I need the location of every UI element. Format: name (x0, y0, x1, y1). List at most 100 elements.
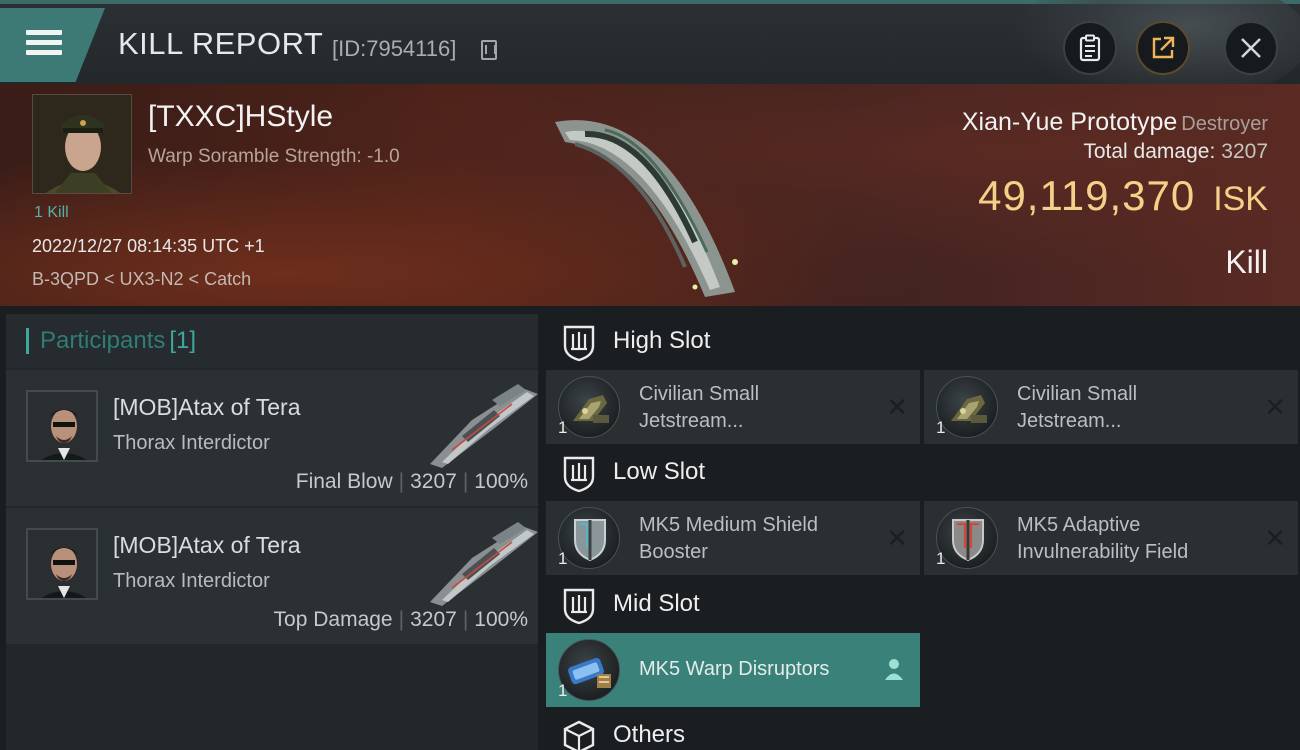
participant-ship: Thorax Interdictor (113, 570, 270, 592)
module-card[interactable]: 1 Civilian Small Jetstream... ✕ (546, 370, 920, 444)
module-name: Civilian Small Jetstream... (639, 381, 879, 435)
module-name: Civilian Small Jetstream... (1017, 381, 1257, 435)
participant-stats: Final Blow | 3207 | 100% (296, 470, 528, 494)
module-name: MK5 Warp Disruptors (639, 658, 830, 680)
destroyed-x-icon: ✕ (886, 392, 908, 422)
module-name-line: Jetstream... (1017, 410, 1122, 432)
slot-shield-icon (563, 588, 595, 625)
module-name-line: Invulnerability Field (1017, 541, 1189, 563)
clipboard-icon (1079, 34, 1101, 62)
person-icon (885, 659, 903, 680)
clipboard-button[interactable] (1063, 21, 1117, 75)
module-name-line: MK5 Medium Shield (639, 514, 818, 536)
stat-separator: | (398, 470, 405, 493)
victim-ship[interactable]: Xian-Yue Prototype Destroyer (962, 108, 1268, 137)
slot-shield-icon (563, 456, 595, 493)
module-name-line: Civilian Small (639, 383, 760, 405)
participant-stats: Top Damage | 3207 | 100% (274, 608, 528, 632)
participant-row[interactable]: [MOB]Atax of Tera Thorax Interdictor Top… (6, 508, 538, 644)
others-label: Others (613, 721, 686, 748)
victim-portrait[interactable] (32, 94, 132, 194)
module-quantity: 1 (936, 549, 946, 568)
module-card[interactable]: 1 MK5 Medium Shield Booster ✕ (546, 501, 920, 575)
mid-slot-label: Mid Slot (613, 590, 700, 617)
module-name-line: Booster (639, 541, 708, 563)
total-damage: Total damage: 3207 (1083, 140, 1268, 164)
module-quantity: 1 (936, 418, 946, 437)
participant-percent: 100% (474, 608, 528, 631)
participants-panel: Participants [1] [MOB]Atax of Tera Thorax… (6, 314, 538, 750)
participant-avatar-icon (28, 392, 96, 460)
warp-disruptor-icon (568, 657, 611, 688)
jetstream-module-icon (951, 395, 987, 423)
participant-damage: 3207 (410, 470, 457, 493)
stat-separator: | (398, 608, 405, 631)
victim-ship-name: Xian-Yue Prototype (961, 108, 1178, 136)
close-icon (1241, 38, 1261, 58)
module-name-line: Civilian Small (1017, 383, 1138, 405)
participant-damage: 3207 (410, 608, 457, 631)
mid-slot-header: Mid Slot (546, 577, 1296, 635)
kill-location[interactable]: B-3QPD < UX3-N2 < Catch (32, 269, 251, 290)
module-quantity: 1 (558, 681, 568, 700)
isk-amount: 49,119,370 (978, 172, 1196, 219)
participants-title: Participants [1] (40, 327, 196, 355)
module-card[interactable]: 1 MK5 Warp Disruptors (546, 633, 920, 707)
kill-banner: [TXXC]HStyle Warp Soramble Strength: -1.… (0, 84, 1300, 306)
module-card[interactable]: 1 MK5 Adaptive Invulnerability Field ✕ (924, 501, 1298, 575)
victim-ship-class: Destroyer (1181, 113, 1268, 135)
top-bar: KILL REPORT [ID:7954116] (0, 0, 1300, 104)
participant-ship: Thorax Interdictor (113, 432, 270, 454)
participant-avatar-icon (28, 530, 96, 598)
module-quantity: 1 (558, 418, 568, 437)
participant-portrait[interactable] (26, 390, 98, 462)
total-damage-label: Total damage: (1083, 140, 1216, 163)
stat-separator: | (462, 608, 469, 631)
module-card[interactable]: 1 Civilian Small Jetstream... ✕ (924, 370, 1298, 444)
participants-header: Participants [1] (6, 314, 538, 368)
jetstream-module-icon (573, 395, 609, 423)
participants-accent-bar (26, 328, 29, 354)
victim-avatar-icon (33, 95, 131, 193)
shield-booster-icon (574, 519, 606, 562)
participant-portrait[interactable] (26, 528, 98, 600)
victim-name[interactable]: [TXXC]HStyle (148, 100, 333, 134)
cube-icon (563, 720, 595, 750)
participants-label: Participants (40, 327, 166, 354)
destroyed-x-icon: ✕ (886, 523, 908, 553)
module-name-line: MK5 Adaptive (1017, 514, 1141, 536)
copy-id-icon[interactable] (481, 40, 497, 60)
participant-ship-image (430, 522, 538, 606)
low-slot-label: Low Slot (613, 458, 706, 485)
module-name-line: Jetstream... (639, 410, 744, 432)
participant-name[interactable]: [MOB]Atax of Tera (113, 532, 300, 559)
kill-timestamp: 2022/12/27 08:14:35 UTC +1 (32, 236, 265, 256)
module-quantity: 1 (558, 549, 568, 568)
menu-button[interactable] (0, 8, 105, 82)
destroyed-x-icon: ✕ (1264, 392, 1286, 422)
share-icon (1152, 36, 1175, 59)
stat-separator: | (462, 470, 469, 493)
warp-scramble-strength: Warp Soramble Strength: -1.0 (148, 146, 400, 167)
result-label: Kill (1225, 244, 1268, 280)
total-damage-value: 3207 (1221, 140, 1268, 163)
module-name: MK5 Adaptive Invulnerability Field (1017, 512, 1257, 566)
report-id: [ID:7954116] (332, 36, 457, 61)
low-slot-header: Low Slot (546, 445, 1296, 503)
invulnerability-field-icon (952, 519, 984, 562)
close-button[interactable] (1224, 21, 1278, 75)
participant-percent: 100% (474, 470, 528, 493)
isk-unit: ISK (1213, 180, 1268, 218)
kill-count: 1 Kill (34, 204, 69, 221)
participant-role: Top Damage (273, 608, 393, 631)
participant-ship-image (430, 384, 538, 468)
participant-row[interactable]: [MOB]Atax of Tera Thorax Interdictor Fin… (6, 370, 538, 506)
participant-role: Final Blow (295, 470, 393, 493)
participant-name[interactable]: [MOB]Atax of Tera (113, 394, 300, 421)
page-title: KILL REPORT (118, 26, 324, 61)
slot-shield-icon (563, 325, 595, 362)
share-button[interactable] (1136, 21, 1190, 75)
isk-value: 49,119,370 ISK (978, 172, 1268, 220)
high-slot-label: High Slot (613, 327, 711, 354)
module-name: MK5 Medium Shield Booster (639, 512, 879, 566)
